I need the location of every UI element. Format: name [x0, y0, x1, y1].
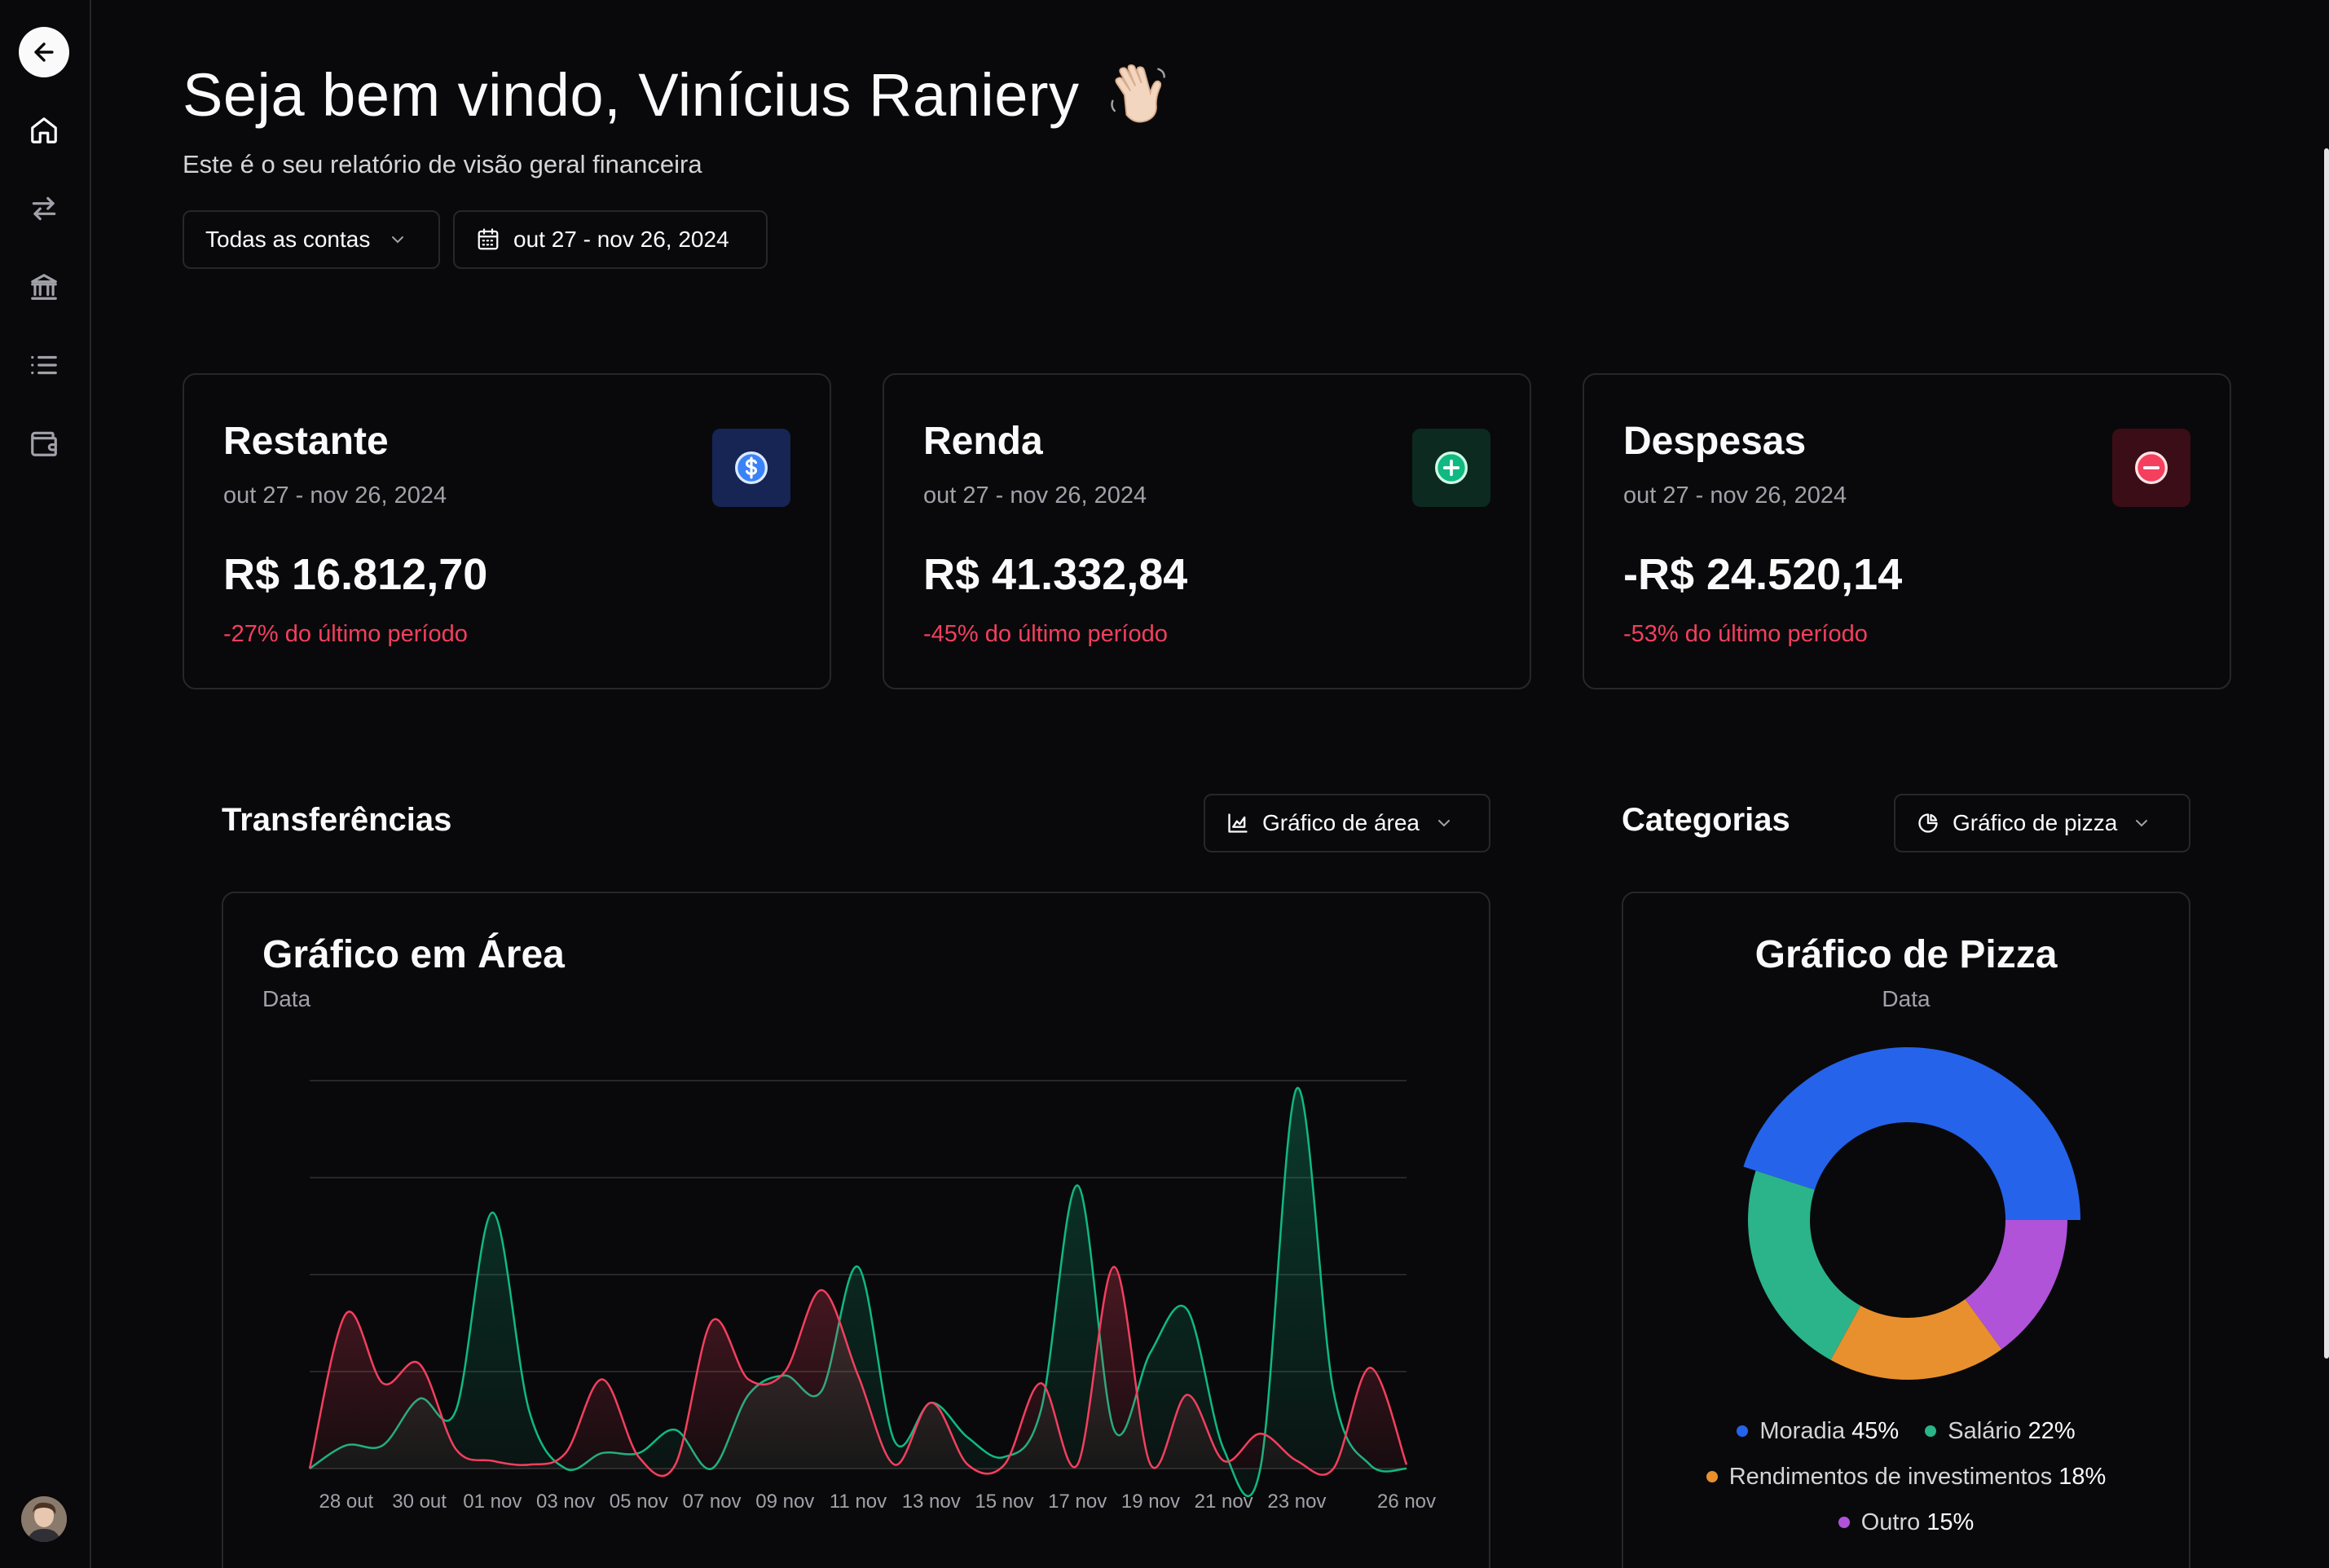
legend-dot	[1925, 1425, 1937, 1437]
page-scrollbar[interactable]	[2324, 148, 2329, 1359]
legend-label: Rendimentos de investimentos	[1728, 1463, 2053, 1490]
pie-type-label: Gráfico de pizza	[1953, 810, 2118, 835]
legend-label: Moradia	[1759, 1417, 1846, 1444]
legend-value: 22%	[2027, 1417, 2076, 1444]
legend-item-salario[interactable]: Salário 22%	[1925, 1417, 2076, 1445]
plus-circle-icon	[1435, 451, 1468, 484]
chart-type-select[interactable]: Gráfico de área	[1204, 794, 1490, 852]
legend-value: 45%	[1851, 1417, 1900, 1444]
user-avatar-icon	[21, 1496, 67, 1542]
page-subtitle: Este é o seu relatório de visão geral fi…	[183, 150, 702, 178]
card-restante: Restante out 27 - nov 26, 2024 R$ 16.812…	[183, 373, 831, 689]
x-tick-label: 28 out	[319, 1491, 373, 1513]
card-title: Despesas	[1623, 420, 1807, 463]
chevron-down-icon	[2136, 820, 2148, 827]
arrows-left-right-icon	[32, 196, 56, 221]
card-title: Renda	[923, 420, 1043, 463]
legend-item-moradia[interactable]: Moradia 45%	[1737, 1418, 1899, 1445]
card-date: out 27 - nov 26, 2024	[223, 482, 447, 509]
avatar[interactable]	[21, 1496, 67, 1542]
card-value: R$ 41.332,84	[923, 550, 1188, 599]
card-title: Restante	[223, 420, 389, 463]
sidebar-item-transfers[interactable]	[26, 191, 62, 227]
wallet-icon	[31, 431, 57, 456]
home-icon	[31, 117, 57, 143]
sidebar	[0, 0, 91, 1568]
card-date: out 27 - nov 26, 2024	[1623, 482, 1847, 509]
x-tick-label: 23 nov	[1267, 1491, 1326, 1513]
x-tick-label: 15 nov	[975, 1491, 1033, 1513]
minus-circle-icon	[2135, 451, 2168, 484]
sidebar-item-accounts[interactable]	[26, 269, 62, 305]
legend-dot	[1706, 1471, 1718, 1482]
x-tick-label: 21 nov	[1195, 1491, 1253, 1513]
x-tick-label: 05 nov	[610, 1491, 668, 1513]
pie-legend-row-2: Rendimentos de investimentos 18%	[1623, 1462, 2189, 1491]
card-value: -R$ 24.520,14	[1623, 550, 1903, 599]
back-button[interactable]	[19, 27, 69, 77]
card-icon-box	[2112, 429, 2190, 507]
sidebar-item-categories[interactable]	[26, 347, 62, 383]
calendar-icon	[478, 228, 499, 250]
arrow-left-icon	[34, 42, 54, 62]
pie-slice-1[interactable]	[1748, 1170, 1861, 1360]
card-renda: Renda out 27 - nov 26, 2024 R$ 41.332,84…	[883, 373, 1531, 689]
pie-chart-icon	[1918, 813, 1938, 833]
legend-label: Salário	[1948, 1417, 2022, 1444]
card-change: -53% do último período	[1623, 621, 1868, 647]
x-tick-label: 30 out	[392, 1491, 447, 1513]
date-range-label: out 27 - nov 26, 2024	[513, 227, 729, 252]
card-value: R$ 16.812,70	[223, 550, 488, 599]
chevron-down-icon	[1438, 820, 1450, 827]
account-select[interactable]: Todas as contas	[183, 210, 440, 269]
dollar-icon	[735, 451, 768, 484]
x-tick-label: 09 nov	[755, 1491, 814, 1513]
card-date: out 27 - nov 26, 2024	[923, 482, 1147, 509]
card-icon-box	[1412, 429, 1490, 507]
pie-legend-row-3: Outro 15%	[1623, 1508, 2189, 1536]
legend-dot	[1838, 1517, 1850, 1528]
legend-item-outro[interactable]: Outro 15%	[1838, 1509, 1975, 1536]
card-icon-box	[712, 429, 790, 507]
page-title: Seja bem vindo, Vinícius Raniery	[183, 60, 1170, 139]
area-chart-icon	[1228, 813, 1248, 833]
categories-section-title: Categorias	[1622, 802, 1790, 838]
chevron-down-icon	[392, 236, 404, 244]
card-change: -27% do último período	[223, 621, 468, 647]
area-chart[interactable]: 28 out 30 out 01 nov 03 nov 05 nov 07 nov 09 n…	[223, 893, 1490, 1568]
list-icon	[31, 355, 57, 375]
legend-item-rendimentos[interactable]: Rendimentos de investimentos 18%	[1706, 1463, 2107, 1491]
sidebar-item-wallet[interactable]	[26, 425, 62, 461]
sidebar-item-home[interactable]	[26, 112, 62, 148]
x-tick-label: 07 nov	[683, 1491, 742, 1513]
x-tick-label: 11 nov	[830, 1491, 887, 1513]
pie-type-select[interactable]: Gráfico de pizza	[1894, 794, 2190, 852]
pie-legend-row-1: Moradia 45% Salário 22%	[1623, 1416, 2189, 1445]
x-tick-label: 03 nov	[536, 1491, 595, 1513]
x-tick-label: 01 nov	[463, 1491, 522, 1513]
x-tick-label: 26 nov	[1377, 1491, 1436, 1513]
chart-type-label: Gráfico de área	[1262, 810, 1420, 835]
date-range-picker[interactable]: out 27 - nov 26, 2024	[453, 210, 768, 269]
bank-icon	[31, 274, 57, 300]
card-despesas: Despesas out 27 - nov 26, 2024 -R$ 24.52…	[1583, 373, 2231, 689]
pie-chart-panel: Gráfico de Pizza Data Moradia 45% Salário…	[1622, 892, 2190, 1568]
welcome-text: Seja bem vindo, Vinícius Raniery	[183, 61, 1080, 129]
x-tick-label: 13 nov	[902, 1491, 961, 1513]
x-tick-label: 17 nov	[1048, 1491, 1107, 1513]
waving-hand-icon	[1107, 61, 1170, 139]
area-chart-panel: Gráfico em Área Data 28 out 30 out 01 nov 0…	[222, 892, 1490, 1568]
legend-label: Outro	[1860, 1509, 1921, 1535]
card-change: -45% do último período	[923, 621, 1168, 647]
x-tick-label: 19 nov	[1121, 1491, 1180, 1513]
legend-value: 15%	[1926, 1509, 1975, 1535]
account-select-label: Todas as contas	[205, 227, 371, 252]
transfers-section-title: Transferências	[222, 802, 452, 838]
legend-dot	[1737, 1425, 1749, 1437]
legend-value: 18%	[2058, 1463, 2107, 1490]
